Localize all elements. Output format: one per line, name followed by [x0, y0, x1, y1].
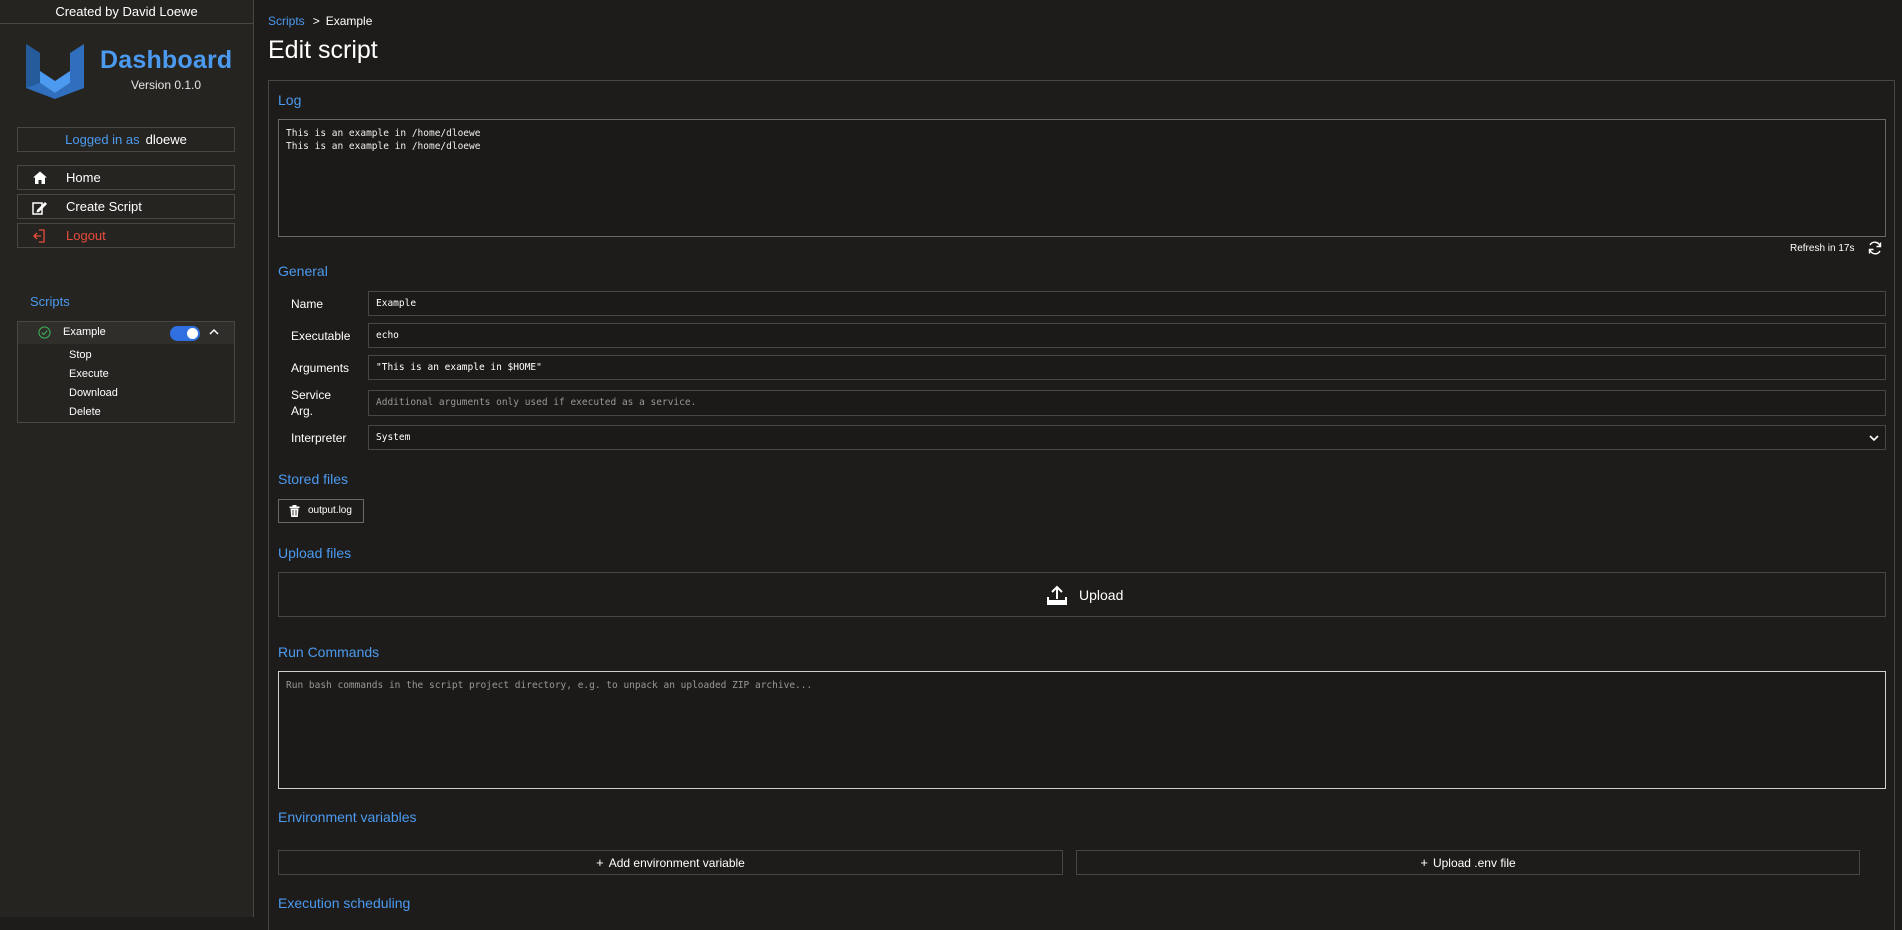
brand[interactable]: Dashboard Version 0.1.0	[26, 40, 236, 100]
logout-icon	[33, 229, 45, 243]
upload-env-file-label: Upload .env file	[1432, 856, 1516, 870]
toggle-knob	[187, 328, 198, 339]
log-heading: Log	[278, 92, 302, 108]
interpreter-select[interactable]: System	[368, 425, 1886, 450]
stored-file-name: output.log	[308, 505, 352, 516]
breadcrumb-scripts-link[interactable]: Scripts	[268, 14, 305, 28]
breadcrumb-current: Example	[325, 14, 373, 28]
brand-title: Dashboard	[100, 46, 233, 74]
credit-text: Created by David Loewe	[0, 0, 253, 24]
service-arg-input[interactable]: Additional arguments only used if execut…	[368, 390, 1886, 416]
name-label: Name	[291, 297, 324, 311]
executable-label: Executable	[291, 329, 351, 343]
add-env-variable-button[interactable]: + Add environment variable	[278, 850, 1063, 875]
edit-script-icon	[32, 202, 47, 215]
run-commands-input[interactable]: Run bash commands in the script project …	[278, 671, 1886, 789]
upload-files-heading: Upload files	[278, 545, 352, 561]
script-name: Example	[63, 326, 106, 338]
nav-create-script-label: Create Script	[66, 199, 142, 214]
general-heading: General	[278, 263, 328, 279]
plus-icon: +	[1420, 855, 1428, 870]
nav-home[interactable]: Home	[17, 165, 235, 190]
script-action-download[interactable]: Download	[69, 387, 118, 399]
sidebar: Created by David Loewe Dashboard Version…	[0, 0, 254, 917]
service-arg-label-line2: Arg.	[291, 404, 314, 418]
scheduling-heading: Execution scheduling	[278, 895, 411, 911]
breadcrumb-separator: >	[312, 14, 320, 28]
dashboard-logo-icon	[26, 44, 84, 99]
scripts-heading: Scripts	[30, 294, 70, 309]
chevron-up-icon[interactable]	[208, 326, 220, 338]
stored-file-chip[interactable]: output.log	[278, 499, 364, 523]
script-enabled-toggle[interactable]	[170, 326, 200, 341]
username: dloewe	[145, 132, 187, 147]
refresh-countdown: Refresh in 17s	[1790, 243, 1855, 254]
upload-icon	[1047, 585, 1067, 605]
home-icon	[33, 171, 47, 184]
script-panel: Example Stop Execute Download Delete	[17, 321, 235, 423]
plus-icon: +	[596, 855, 604, 870]
upload-env-file-button[interactable]: + Upload .env file	[1076, 850, 1860, 875]
stored-files-heading: Stored files	[278, 471, 349, 487]
interpreter-selected: System	[376, 432, 411, 443]
service-arg-label-line1: Service	[291, 388, 332, 402]
login-label: Logged in as	[65, 132, 140, 147]
breadcrumb: Scripts > Example	[268, 14, 372, 28]
log-output[interactable]: This is an example in /home/dloewe This …	[278, 119, 1886, 237]
env-heading: Environment variables	[278, 809, 417, 825]
nav-create-script[interactable]: Create Script	[17, 194, 235, 219]
executable-input[interactable]: echo	[368, 323, 1886, 348]
nav-logout-label: Logout	[66, 228, 106, 243]
trash-icon[interactable]	[289, 505, 300, 517]
nav-logout[interactable]: Logout	[17, 223, 235, 248]
arguments-input[interactable]: "This is an example in $HOME"	[368, 355, 1886, 380]
brand-version: Version 0.1.0	[131, 78, 202, 92]
chevron-down-icon	[1869, 435, 1879, 442]
upload-button[interactable]: Upload	[278, 572, 1886, 617]
run-commands-heading: Run Commands	[278, 644, 380, 660]
interpreter-label: Interpreter	[291, 431, 347, 445]
name-input[interactable]: Example	[368, 291, 1886, 316]
script-action-delete[interactable]: Delete	[69, 406, 101, 418]
upload-label: Upload	[1079, 587, 1124, 603]
nav-home-label: Home	[66, 170, 101, 185]
add-env-variable-label: Add environment variable	[608, 856, 745, 870]
script-action-execute[interactable]: Execute	[69, 368, 109, 380]
service-arg-label: Service Arg.	[291, 387, 331, 419]
arguments-label: Arguments	[291, 361, 350, 375]
script-item-example[interactable]: Example	[18, 322, 234, 344]
check-circle-icon	[38, 326, 51, 339]
page-title: Edit script	[268, 36, 378, 64]
login-status: Logged in as dloewe	[17, 127, 235, 152]
refresh-icon[interactable]	[1867, 240, 1883, 256]
script-action-stop[interactable]: Stop	[69, 349, 92, 361]
